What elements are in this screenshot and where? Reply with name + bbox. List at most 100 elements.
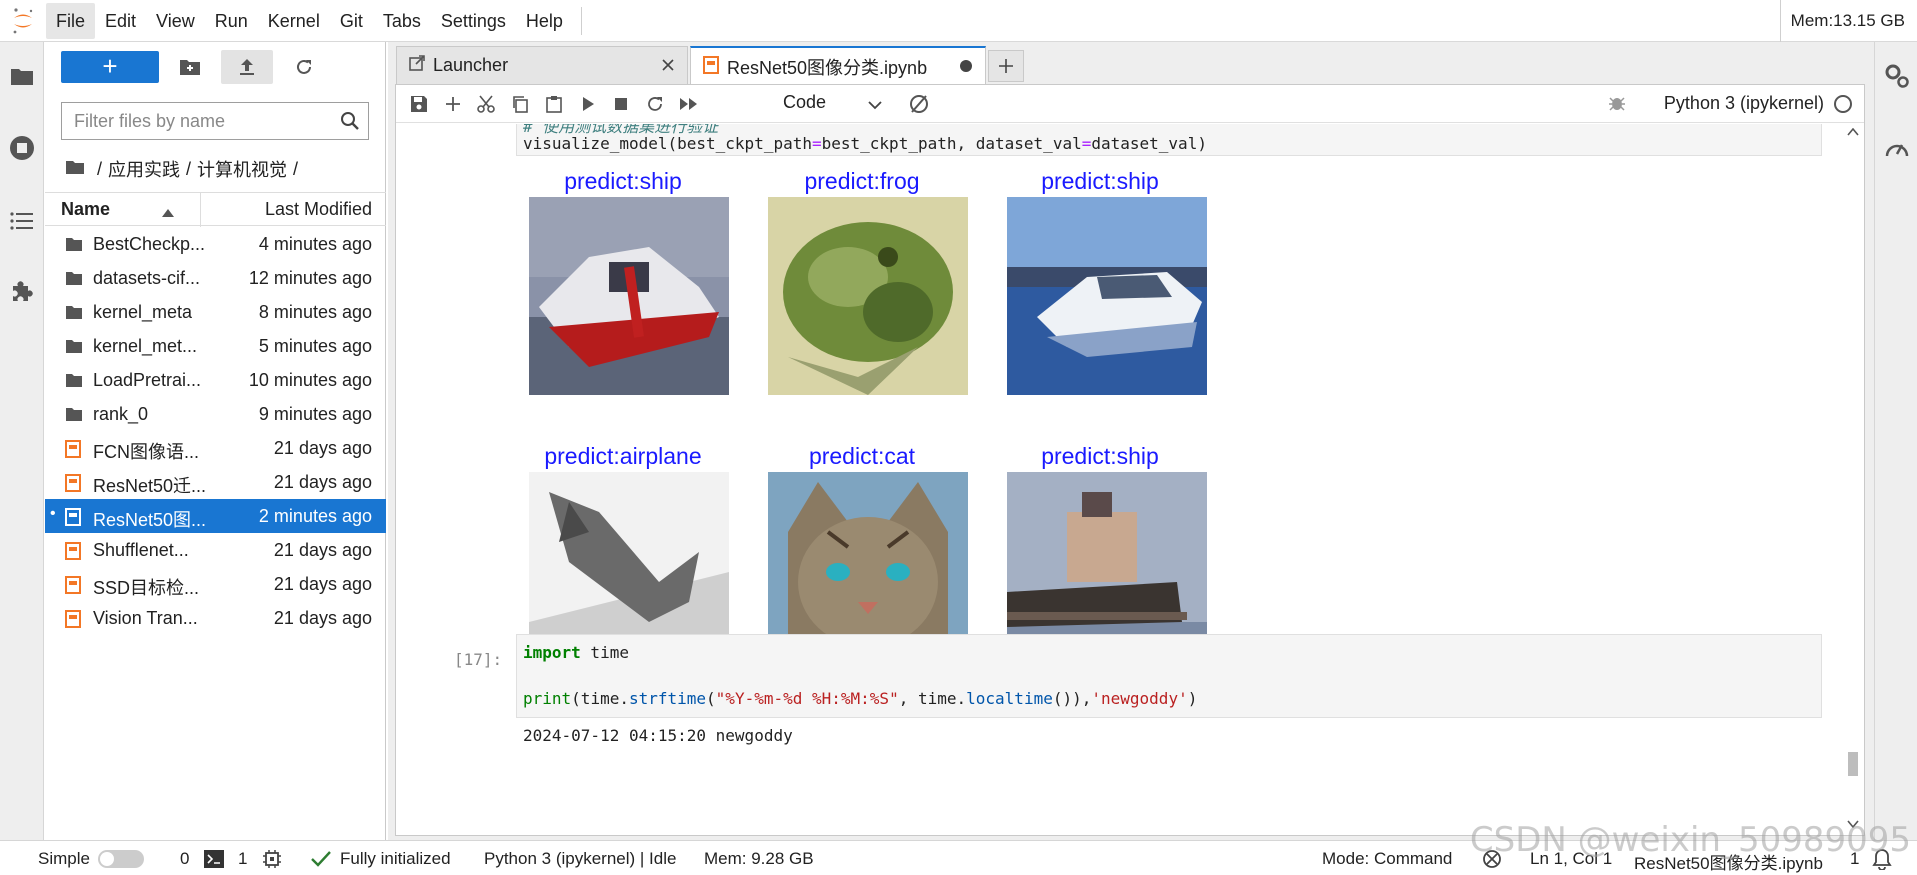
kernel-count[interactable]: 1 [238,849,247,869]
file-list-item[interactable]: Vision Tran... 21 days ago [45,601,386,635]
code-function: localtime [966,689,1053,708]
terminal-count[interactable]: 0 [180,849,189,869]
code-line: visualize_model(best_ckpt_path=best_ckpt… [523,134,1207,153]
notebook-toolbar: Code Python 3 (ipykernel) [396,85,1864,123]
file-list-item[interactable]: rank_0 9 minutes ago [45,397,386,431]
unsaved-dot-icon[interactable] [959,57,973,78]
folder-icon [65,304,83,320]
folder-icon[interactable] [8,62,36,90]
cell-type-select[interactable]: Code [783,92,826,113]
open-indicator-icon: • [50,505,56,522]
file-list-item[interactable]: FCN图像语... 21 days ago [45,431,386,465]
code-cell[interactable]: # 使用测试数据集进行验证 visualize_model(best_ckpt_… [516,124,1822,156]
menu-kernel[interactable]: Kernel [258,3,330,39]
run-cell-icon[interactable] [577,93,599,115]
initialized-check-icon [310,849,332,874]
table-of-contents-icon[interactable] [8,207,36,235]
chevron-down-icon[interactable] [868,94,882,115]
file-list-item[interactable]: kernel_met... 5 minutes ago [45,329,386,363]
breadcrumb-item-practice[interactable]: 应用实践 [108,156,180,182]
file-list-item[interactable]: kernel_meta 8 minutes ago [45,295,386,329]
notebook-icon [65,508,83,526]
file-list-item[interactable]: ResNet50迁... 21 days ago [45,465,386,499]
prediction-title: predict:airplane [544,443,702,469]
jupyter-logo-icon [0,0,46,42]
menu-view[interactable]: View [146,3,205,39]
refresh-icon[interactable] [291,54,317,80]
cell-execution-count: [17]: [454,650,503,669]
tab-launcher[interactable]: Launcher [396,46,688,84]
folder-icon [65,270,83,286]
breadcrumb-item-computer-vision[interactable]: 计算机视觉 [197,156,287,182]
simple-mode-toggle[interactable] [98,850,144,868]
simple-mode-label: Simple [38,849,90,868]
code-token: visualize_model(best_ckpt_path [523,134,812,153]
code-token: ( [706,689,716,708]
notebook-icon [65,440,83,458]
menu-edit[interactable]: Edit [95,3,146,39]
debugger-bug-icon[interactable] [1608,94,1626,117]
extensions-puzzle-icon[interactable] [8,277,36,305]
tab-resnet50-notebook[interactable]: ResNet50图像分类.ipynb [690,46,986,86]
scrollbar-thumb[interactable] [1848,752,1858,776]
paste-icon[interactable] [543,93,565,115]
debugger-gauge-icon[interactable] [1883,134,1911,162]
cpu-chip-icon [262,849,282,874]
file-browser-toolbar: + [45,42,386,90]
git-diff-icon[interactable] [908,93,930,115]
new-folder-icon[interactable] [177,54,203,80]
notebook-scrollbar[interactable] [1846,124,1860,836]
file-modified: 5 minutes ago [258,336,372,356]
column-modified-header[interactable]: Last Modified [265,199,372,220]
stop-kernel-icon[interactable] [610,93,632,115]
insert-cell-icon[interactable] [442,93,464,115]
file-list-item[interactable]: SSD目标检... 21 days ago [45,567,386,601]
breadcrumb-separator: / [293,158,299,179]
restart-kernel-icon[interactable] [644,93,666,115]
file-filter-input[interactable]: Filter files by name [61,102,369,140]
notebook-icon [65,610,83,628]
menu-git[interactable]: Git [330,3,373,39]
code-line: print(time.strftime("%Y-%m-%d %H:%M:%S",… [523,689,1197,708]
menu-settings[interactable]: Settings [431,3,516,39]
kernel-name[interactable]: Python 3 (ipykernel) [1664,93,1824,114]
file-list-item[interactable]: BestCheckp... 4 minutes ago [45,227,386,261]
prediction-title: predict:ship [1041,168,1159,194]
column-divider[interactable] [200,193,201,227]
file-list-item[interactable]: • ResNet50图... 2 minutes ago [45,499,386,533]
menu-run[interactable]: Run [205,3,258,39]
file-list-item[interactable]: LoadPretrai... 10 minutes ago [45,363,386,397]
file-list-item[interactable]: Shufflenet... 21 days ago [45,533,386,567]
kernel-status[interactable]: Python 3 (ipykernel) | Idle [484,849,676,869]
running-kernels-icon[interactable] [8,134,36,162]
save-icon[interactable] [408,93,430,115]
menu-tabs[interactable]: Tabs [373,3,431,39]
code-token: time [580,643,629,662]
breadcrumb-home-folder-icon[interactable] [65,159,85,180]
memory-usage: Mem: 9.28 GB [704,849,814,868]
scroll-up-icon [1847,128,1859,136]
file-modified: 21 days ago [273,574,372,594]
prediction-title: predict:cat [808,443,916,469]
notebook-content[interactable]: # 使用测试数据集进行验证 visualize_model(best_ckpt_… [396,124,1864,836]
right-sidebar [1874,42,1917,840]
watermark: CSDN @weixin_50989095 [1469,820,1911,860]
property-inspector-gears-icon[interactable] [1883,62,1911,90]
file-list-item[interactable]: datasets-cif... 12 minutes ago [45,261,386,295]
menu-file[interactable]: File [46,2,96,39]
copy-icon[interactable] [509,93,531,115]
add-tab-button[interactable] [988,50,1024,82]
new-launcher-button[interactable]: + [61,51,159,83]
cut-icon[interactable] [475,93,497,115]
code-token: (time. [571,689,629,708]
close-icon[interactable] [661,56,675,77]
column-name-header[interactable]: Name [61,199,110,220]
menu-separator [580,6,582,35]
restart-run-all-icon[interactable] [678,93,700,115]
memory-indicator: Mem:13.15 GB [1779,0,1905,42]
code-line: import time [523,643,629,662]
code-cell[interactable]: import time print(time.strftime("%Y-%m-%… [516,634,1822,718]
terminal-icon [204,850,224,873]
file-name: FCN图像语... [93,442,199,462]
menu-help[interactable]: Help [516,3,573,39]
